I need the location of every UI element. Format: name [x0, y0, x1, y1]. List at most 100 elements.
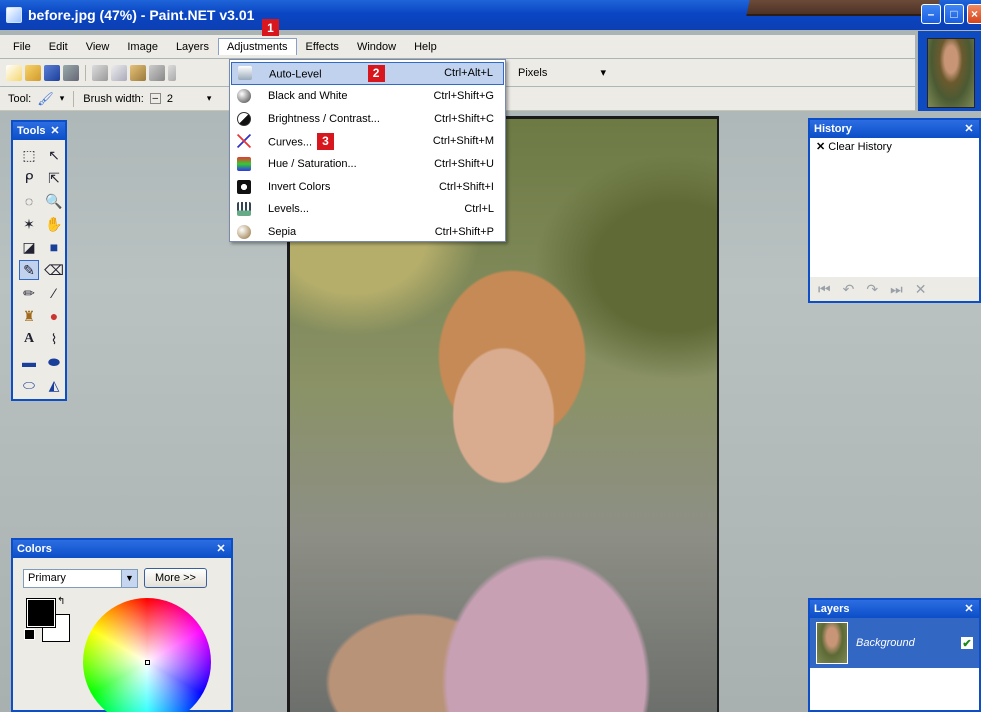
black-white-icon [237, 89, 251, 104]
undo-icon[interactable]: ↶ [843, 281, 855, 298]
chevron-down-icon[interactable]: ▾ [60, 93, 65, 104]
reset-colors-icon[interactable] [24, 629, 35, 640]
history-panel: History ✕ ✕ Clear History ⏮ ↶ ↷ ⏭ ✕ [808, 118, 981, 303]
paintbrush-icon[interactable]: 🖌 [37, 91, 54, 107]
menu-item-curves[interactable]: Curves... 3 Ctrl+Shift+M [231, 130, 504, 153]
print-icon[interactable] [63, 64, 79, 81]
clone-stamp-icon[interactable]: ♜ [19, 306, 39, 326]
fast-forward-icon[interactable]: ⏭ [890, 281, 903, 298]
menu-item-label: Sepia [268, 226, 297, 239]
panel-title-bar: Layers ✕ [810, 600, 979, 618]
menu-item-brightness-contrast[interactable]: Brightness / Contrast... Ctrl+Shift+C [231, 107, 504, 130]
minus-icon[interactable]: – [149, 93, 161, 104]
menu-item-label: Levels... [268, 203, 309, 216]
menu-item-shortcut: Ctrl+Shift+G [433, 90, 494, 103]
freeform-shape-icon[interactable]: ◭ [44, 375, 64, 395]
menu-help[interactable]: Help [405, 38, 446, 56]
eraser-icon[interactable]: ⌫ [44, 260, 64, 280]
color-wheel[interactable] [83, 598, 211, 712]
curves-icon [237, 134, 251, 149]
menu-window[interactable]: Window [348, 38, 405, 56]
close-button[interactable]: × [967, 4, 981, 24]
brush-width-value[interactable]: 2 [167, 93, 201, 105]
menu-item-label: Curves... 3 [268, 132, 408, 150]
close-icon[interactable]: ✕ [49, 125, 61, 137]
close-icon[interactable]: ✕ [963, 123, 975, 135]
decorative-banner-corner [746, 0, 940, 16]
hue-saturation-icon [237, 157, 251, 172]
deselect-icon[interactable] [168, 64, 176, 81]
menu-bar: File Edit View Image Layers Adjustments … [0, 35, 915, 58]
window-title: before.jpg (47%) - Paint.NET v3.01 [28, 7, 255, 23]
paint-bucket-icon[interactable]: ◪ [19, 237, 39, 257]
swap-colors-icon[interactable]: ↰ [57, 596, 65, 607]
open-folder-icon[interactable] [25, 64, 41, 81]
rectangle-icon[interactable]: ▬ [19, 352, 39, 372]
maximize-button[interactable]: □ [944, 4, 964, 24]
line-curve-icon[interactable]: ⌇ [44, 329, 64, 349]
menu-item-sepia[interactable]: Sepia Ctrl+Shift+P [231, 221, 504, 244]
menu-item-black-and-white[interactable]: Black and White Ctrl+Shift+G [231, 85, 504, 108]
paste-icon[interactable] [130, 64, 146, 81]
minimize-button[interactable]: – [921, 4, 941, 24]
copy-icon[interactable] [111, 64, 127, 81]
color-wheel-marker[interactable] [145, 660, 150, 665]
chevron-down-icon: ▾ [600, 67, 606, 79]
paintbrush-icon[interactable]: ✎ [19, 260, 39, 280]
redo-icon[interactable]: ↷ [866, 281, 878, 298]
pencil-icon[interactable]: ✏ [19, 283, 39, 303]
menu-edit[interactable]: Edit [40, 38, 77, 56]
magic-wand-icon[interactable]: ✶ [19, 214, 39, 234]
delete-history-icon[interactable]: ✕ [915, 281, 927, 298]
rounded-rectangle-icon[interactable]: ⬬ [44, 352, 64, 372]
save-icon[interactable] [44, 64, 60, 81]
units-select[interactable]: Pixels ▾ [508, 63, 612, 82]
primary-color-swatch[interactable] [26, 598, 56, 628]
history-item[interactable]: ✕ Clear History [810, 138, 979, 155]
rectangle-select-icon[interactable]: ⬚ [19, 145, 39, 165]
menu-layers[interactable]: Layers [167, 38, 218, 56]
colors-panel: Colors ✕ Primary ▼ More >> ↰ [11, 538, 233, 712]
gradient-icon[interactable]: ■ [44, 237, 64, 257]
brush-width-label: Brush width: [83, 92, 144, 105]
menu-effects[interactable]: Effects [297, 38, 348, 56]
paint-net-window: before.jpg (47%) - Paint.NET v3.01 – □ ×… [0, 0, 981, 712]
menu-item-auto-level[interactable]: Auto-Level 2 Ctrl+Alt+L [231, 62, 504, 85]
layer-name: Background [856, 637, 915, 649]
tools-panel: Tools ✕ ⬚ ↖ ᑭ ⇱ ◌ 🔍 ✶ ✋ ◪ ■ ✎ ⌫ ✏ ⁄ ♜ ● … [11, 120, 67, 401]
chevron-down-icon[interactable]: ▾ [207, 93, 212, 104]
text-icon[interactable]: A [19, 329, 39, 349]
lasso-select-icon[interactable]: ᑭ [19, 168, 39, 188]
image-thumbnail[interactable] [927, 38, 975, 108]
new-file-icon[interactable] [6, 64, 22, 81]
menu-adjustments[interactable]: Adjustments [217, 38, 297, 55]
zoom-icon[interactable]: 🔍 [44, 191, 64, 211]
menu-view[interactable]: View [77, 38, 119, 56]
adjustments-menu: Auto-Level 2 Ctrl+Alt+L Black and White C… [229, 59, 506, 242]
callout-badge-1: 1 [262, 19, 279, 36]
recolor-icon[interactable]: ● [44, 306, 64, 326]
layer-visibility-checkbox[interactable]: ✔ [961, 637, 973, 650]
close-icon[interactable]: ✕ [215, 543, 227, 555]
close-icon[interactable]: ✕ [963, 603, 975, 615]
menu-item-hue-saturation[interactable]: Hue / Saturation... Ctrl+Shift+U [231, 153, 504, 176]
menu-file[interactable]: File [4, 38, 40, 56]
more-button[interactable]: More >> [144, 568, 207, 588]
ellipse-select-icon[interactable]: ◌ [19, 191, 39, 211]
tools-grid: ⬚ ↖ ᑭ ⇱ ◌ 🔍 ✶ ✋ ◪ ■ ✎ ⌫ ✏ ⁄ ♜ ● A ⌇ ▬ ⬬ … [13, 140, 65, 400]
move-selected-icon[interactable]: ⇱ [44, 168, 64, 188]
move-selection-icon[interactable]: ↖ [44, 145, 64, 165]
menu-image[interactable]: Image [118, 38, 167, 56]
menu-item-label: Invert Colors [268, 180, 331, 193]
history-panel-title: History [814, 123, 852, 135]
cut-icon[interactable] [92, 64, 108, 81]
pan-hand-icon[interactable]: ✋ [44, 214, 64, 234]
menu-item-invert-colors[interactable]: Invert Colors Ctrl+Shift+I [231, 175, 504, 198]
crop-icon[interactable] [149, 64, 165, 81]
color-picker-icon[interactable]: ⁄ [44, 283, 64, 303]
rewind-icon[interactable]: ⏮ [818, 281, 831, 298]
ellipse-icon[interactable]: ⬭ [19, 375, 39, 395]
menu-item-levels[interactable]: Levels... Ctrl+L [231, 198, 504, 221]
layer-row[interactable]: Background ✔ [810, 618, 979, 668]
color-mode-select[interactable]: Primary ▼ [23, 568, 138, 588]
